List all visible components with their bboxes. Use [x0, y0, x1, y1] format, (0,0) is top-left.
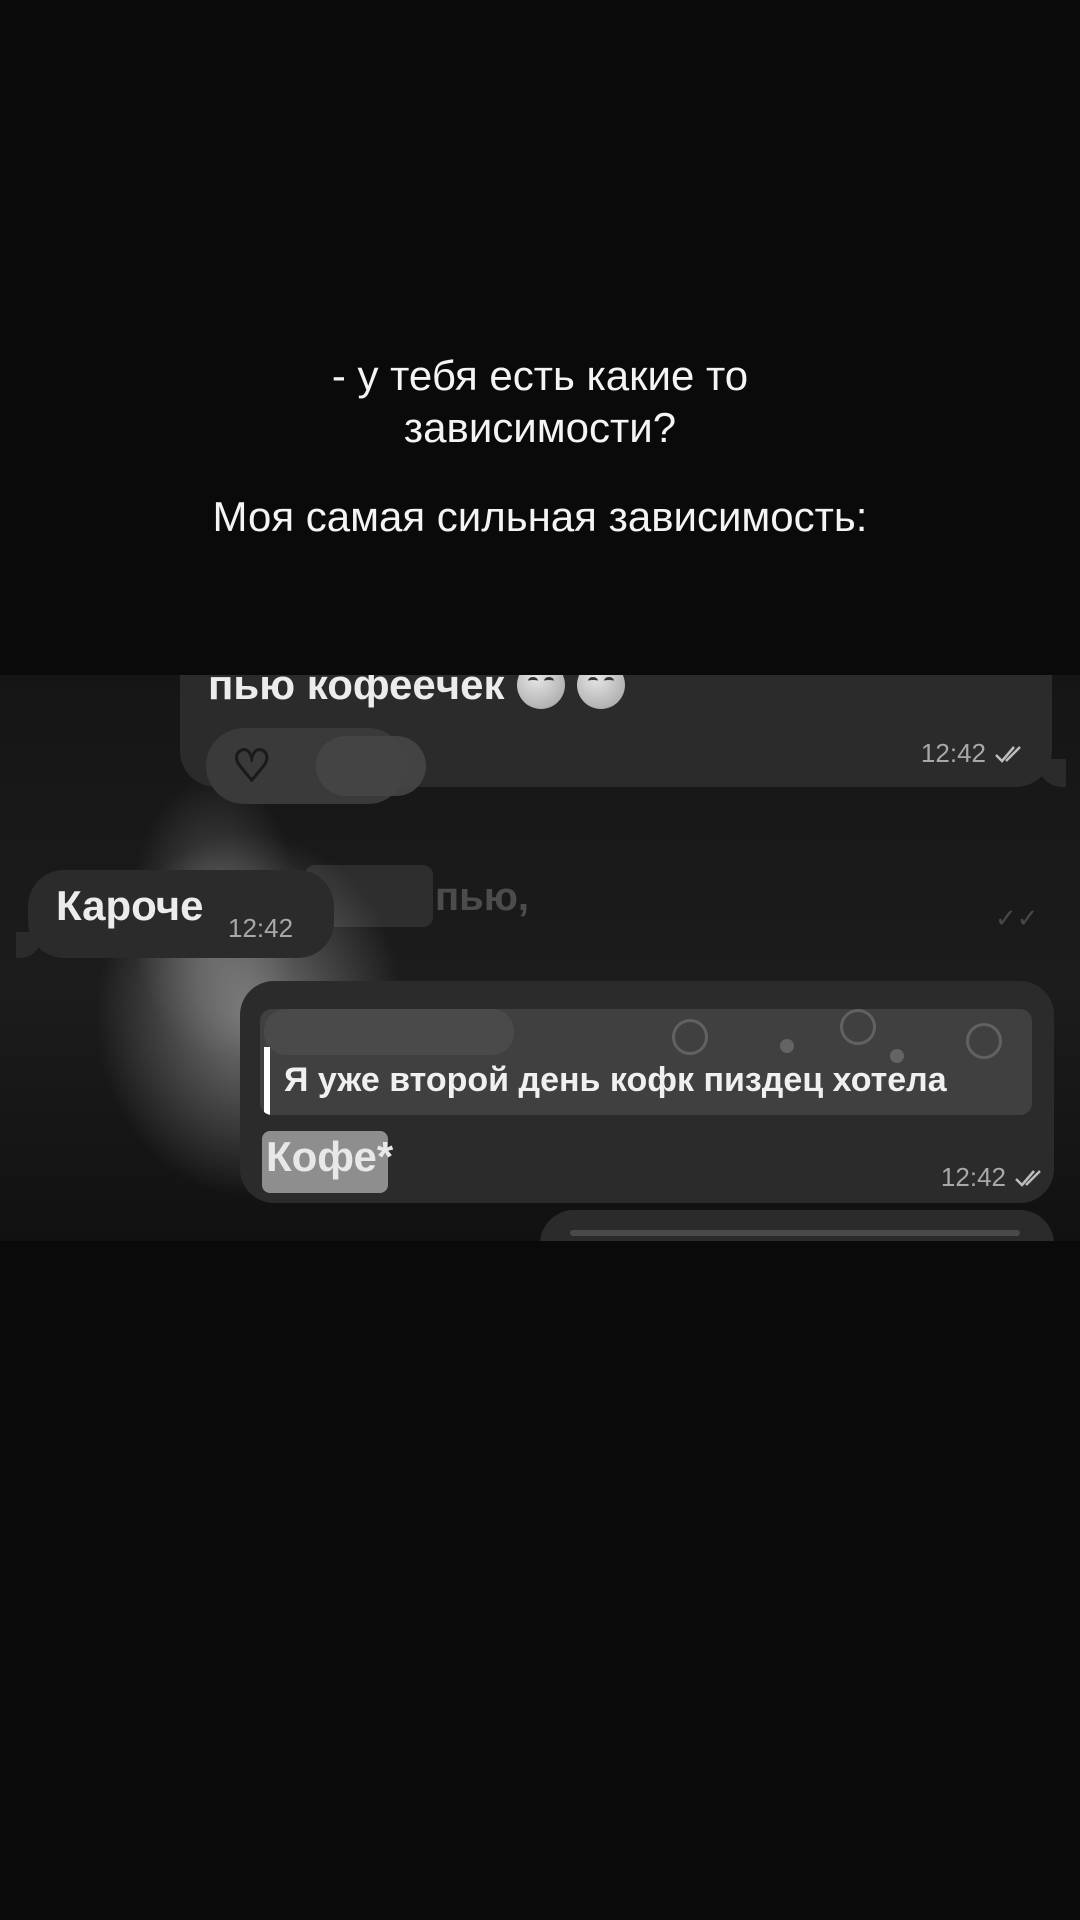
ghost-checks-icon: ✓✓ [995, 903, 1039, 933]
message-time: 12:42 [940, 1162, 1006, 1192]
heart-icon: ♡ [231, 741, 272, 792]
message-bubble-outgoing-partial[interactable] [540, 1210, 1054, 1241]
message-text: пью кофеёчек [208, 675, 505, 708]
message-bubble-incoming[interactable]: Кароче 12:42 [16, 870, 334, 958]
message-meta: 12:42 [941, 1162, 1048, 1193]
reply-accent-bar [264, 1047, 270, 1115]
story-answer-caption: Моя самая сильная зависимость: [212, 493, 868, 540]
story-question-line-1: - у тебя есть какие то [331, 352, 749, 399]
message-text: Кароче [56, 882, 204, 929]
ring-icon [672, 1019, 708, 1055]
ring-icon [840, 1009, 876, 1045]
message-bubble-outgoing[interactable]: пью кофеёчек ♡ 12:42 [180, 675, 1066, 804]
read-checks-icon [1015, 1169, 1041, 1187]
chat-screenshot: пью, ✓✓ пью кофеёчек ♡ 12:42 Кароче 12:4… [0, 675, 1080, 1241]
reaction-avatar [316, 736, 426, 796]
pattern-dot [780, 1039, 794, 1053]
reply-author-name [264, 1009, 514, 1055]
message-meta: 12:42 [921, 738, 1028, 769]
message-time: 12:42 [228, 913, 294, 943]
reply-quote[interactable]: Я уже второй день кофк пиздец хотела [260, 1009, 1032, 1115]
read-checks-icon [995, 745, 1021, 763]
ghost-message-text: пью, [435, 875, 530, 919]
reaction-chip[interactable]: ♡ [206, 728, 426, 804]
reply-text: Я уже второй день кофк пиздец хотела [284, 1061, 947, 1099]
message-bubble-outgoing[interactable]: Я уже второй день кофк пиздец хотела Коф… [240, 981, 1054, 1203]
story-question-line-2: зависимости? [403, 404, 677, 451]
reply-quote-partial [570, 1230, 1020, 1236]
ring-icon [966, 1023, 1002, 1059]
message-time: 12:42 [920, 738, 986, 768]
smiling-face-icon [516, 675, 565, 709]
message-text: Кофе* [266, 1133, 394, 1180]
message-content: пью кофеёчек [208, 675, 625, 709]
smiling-face-icon [576, 675, 625, 709]
